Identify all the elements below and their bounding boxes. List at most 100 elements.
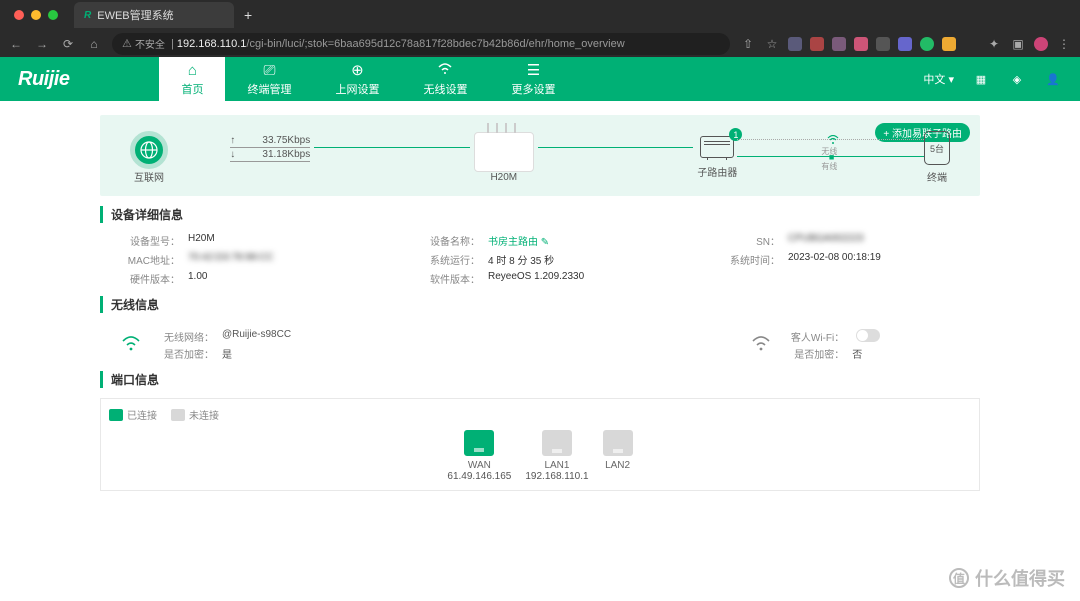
mac-value: 70:42:D3:78:98:CC bbox=[188, 252, 274, 267]
topology-link bbox=[538, 147, 694, 148]
home-button[interactable]: ⌂ bbox=[86, 37, 102, 51]
ext-icon[interactable] bbox=[942, 37, 956, 51]
port-icon bbox=[603, 430, 633, 456]
uptime-value: 4 时 8 分 35 秒 bbox=[488, 252, 554, 267]
forward-button[interactable]: → bbox=[34, 37, 50, 51]
ext-icon[interactable] bbox=[788, 37, 802, 51]
reload-button[interactable]: ⟳ bbox=[60, 37, 76, 51]
tab-wireless[interactable]: 无线设置 bbox=[401, 57, 489, 101]
port-icon bbox=[464, 430, 494, 456]
terminal-icon: 5台 bbox=[924, 131, 950, 165]
port-lan1[interactable]: LAN1 192.168.110.1 bbox=[525, 430, 588, 482]
topology-link bbox=[314, 147, 470, 148]
watermark-icon: 值 bbox=[949, 568, 969, 588]
tab-label: 首页 bbox=[181, 81, 203, 97]
wifi-icon bbox=[437, 62, 453, 79]
user-icon[interactable]: 👤 bbox=[1044, 70, 1062, 88]
internet-label: 互联网 bbox=[134, 169, 164, 184]
browser-tab[interactable]: R EWEB管理系统 bbox=[74, 2, 234, 28]
ext-icon[interactable] bbox=[898, 37, 912, 51]
extensions-icon[interactable]: ✦ bbox=[986, 37, 1002, 51]
ext-icon[interactable] bbox=[810, 37, 824, 51]
tab-internet[interactable]: ⊕ 上网设置 bbox=[313, 57, 401, 101]
maximize-window[interactable] bbox=[48, 10, 58, 20]
terminal-node[interactable]: 5台 终端 bbox=[924, 131, 950, 184]
tab-title: EWEB管理系统 bbox=[97, 7, 173, 23]
guest-wifi-toggle[interactable] bbox=[856, 329, 880, 342]
ssid-value: @Ruijie-s98CC bbox=[222, 329, 291, 344]
minimize-window[interactable] bbox=[31, 10, 41, 20]
router-icon bbox=[474, 132, 534, 172]
url-path: /cgi-bin/luci/;stok=6baa695d12c78a817f28… bbox=[246, 38, 624, 50]
share-icon[interactable]: ⇧ bbox=[740, 37, 756, 51]
wireless-section: 无线信息 无线网络：@Ruijie-s98CC 是否加密：是 客人Wi-Fi： … bbox=[100, 296, 980, 361]
devices-icon: ⎚ bbox=[263, 62, 275, 79]
router-node[interactable]: H20M bbox=[474, 132, 534, 183]
profile-icon[interactable] bbox=[1034, 37, 1048, 51]
close-window[interactable] bbox=[14, 10, 24, 20]
sw-label: 软件版本： bbox=[420, 271, 480, 286]
hw-value: 1.00 bbox=[188, 271, 207, 286]
settings-icon: ☰ bbox=[527, 61, 540, 79]
download-speed: 31.18Kbps bbox=[262, 149, 310, 160]
back-button[interactable]: ← bbox=[8, 37, 24, 51]
insecure-label: 不安全 bbox=[135, 36, 165, 51]
ext-icon[interactable] bbox=[832, 37, 846, 51]
app-header: Ruijie ⌂ 首页 ⎚ 终端管理 ⊕ 上网设置 无线设置 ☰ 更多设置 中文… bbox=[0, 57, 1080, 101]
mac-label: MAC地址： bbox=[120, 252, 180, 267]
arrow-down-icon: ↓ bbox=[230, 149, 235, 160]
address-bar[interactable]: ⚠ 不安全 | 192.168.110.1 /cgi-bin/luci/;sto… bbox=[112, 33, 730, 55]
nav-tabs: ⌂ 首页 ⎚ 终端管理 ⊕ 上网设置 无线设置 ☰ 更多设置 bbox=[159, 57, 577, 101]
url-host: 192.168.110.1 bbox=[177, 38, 247, 50]
port-section: 端口信息 已连接 未连接 WAN 61.49.146.165 LAN1 192.… bbox=[100, 371, 980, 491]
uptime-label: 系统运行： bbox=[420, 252, 480, 267]
ext-icon[interactable] bbox=[876, 37, 890, 51]
new-tab-button[interactable]: + bbox=[244, 7, 252, 23]
device-name-value[interactable]: 书房主路由 ✎ bbox=[488, 233, 549, 248]
device-details-section: 设备详细信息 设备型号：H20M 设备名称：书房主路由 ✎ SN：CPUBGA0… bbox=[100, 206, 980, 286]
ext-icon[interactable] bbox=[920, 37, 934, 51]
time-value: 2023-02-08 00:18:19 bbox=[788, 252, 881, 267]
qr-icon[interactable]: ▦ bbox=[972, 70, 990, 88]
sub-router-node[interactable]: 1 子路由器 bbox=[697, 136, 737, 179]
topology-panel: + 添加易联子路由 互联网 ↑33.75Kbps ↓31.18Kbps H20M… bbox=[100, 115, 980, 196]
wifi-icon bbox=[120, 335, 142, 356]
port-wan[interactable]: WAN 61.49.146.165 bbox=[447, 430, 511, 482]
window-controls[interactable] bbox=[8, 10, 68, 20]
tab-home[interactable]: ⌂ 首页 bbox=[159, 57, 225, 101]
star-icon[interactable]: ☆ bbox=[764, 37, 780, 51]
section-title: 端口信息 bbox=[100, 371, 980, 388]
speed-indicator: ↑ 33.75Kbps ↓ 31.18Kbps bbox=[230, 134, 310, 162]
port-icon bbox=[542, 430, 572, 456]
panel-icon[interactable]: ▣ bbox=[1010, 37, 1026, 51]
port-legend: 已连接 未连接 bbox=[109, 407, 971, 422]
arrow-up-icon: ↑ bbox=[230, 135, 235, 146]
tab-label: 更多设置 bbox=[511, 81, 555, 97]
wizard-icon[interactable]: ◈ bbox=[1008, 70, 1026, 88]
wifi-guest: 客人Wi-Fi： 是否加密：否 bbox=[750, 329, 880, 361]
tab-label: 上网设置 bbox=[335, 81, 379, 97]
terminal-label: 终端 bbox=[927, 169, 947, 184]
name-label: 设备名称： bbox=[420, 233, 480, 248]
insecure-icon: ⚠ bbox=[122, 37, 132, 50]
port-lan2[interactable]: LAN2 bbox=[603, 430, 633, 482]
wired-link-label: 有线 bbox=[821, 161, 837, 172]
ext-icon[interactable] bbox=[854, 37, 868, 51]
ext-icon[interactable] bbox=[964, 37, 978, 51]
sn-value: CPUBGA002223 bbox=[788, 233, 864, 248]
internet-node[interactable]: 互联网 bbox=[130, 131, 168, 184]
logo: Ruijie bbox=[18, 68, 69, 91]
section-title: 无线信息 bbox=[100, 296, 980, 313]
tab-label: 无线设置 bbox=[423, 81, 467, 97]
encryption-value: 是 bbox=[222, 346, 232, 361]
model-label: 设备型号： bbox=[120, 233, 180, 248]
upload-speed: 33.75Kbps bbox=[262, 135, 310, 146]
guest-encryption-value: 否 bbox=[852, 346, 862, 361]
tab-terminal-mgmt[interactable]: ⎚ 终端管理 bbox=[225, 57, 313, 101]
globe-icon bbox=[130, 131, 168, 169]
language-switcher[interactable]: 中文 ▾ bbox=[923, 71, 954, 87]
menu-icon[interactable]: ⋮ bbox=[1056, 37, 1072, 51]
toolbar-icons: ⇧ ☆ ✦ ▣ ⋮ bbox=[740, 37, 1072, 51]
time-label: 系统时间： bbox=[720, 252, 780, 267]
tab-more[interactable]: ☰ 更多设置 bbox=[489, 57, 577, 101]
